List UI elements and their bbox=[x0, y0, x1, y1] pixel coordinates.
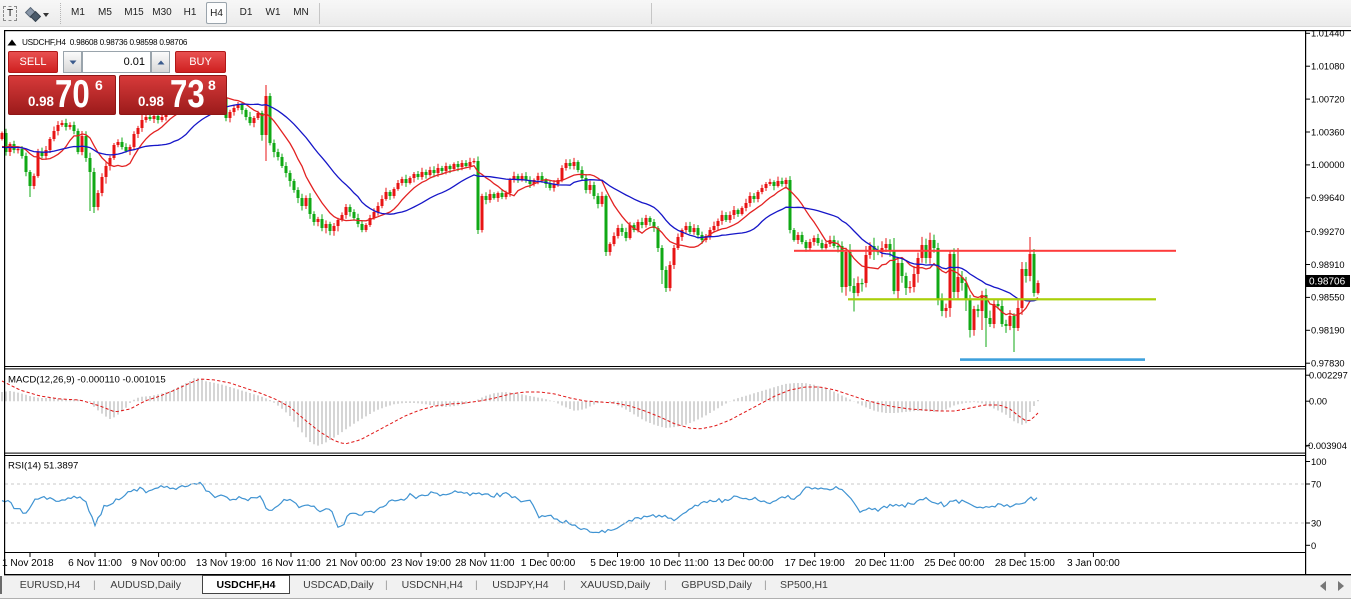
svg-text:0.98190: 0.98190 bbox=[1311, 326, 1345, 336]
svg-text:0: 0 bbox=[1311, 541, 1316, 551]
svg-text:0.98550: 0.98550 bbox=[1311, 293, 1345, 303]
svg-text:25 Dec 00:00: 25 Dec 00:00 bbox=[924, 558, 984, 569]
svg-text:-0.003904: -0.003904 bbox=[1305, 441, 1347, 451]
svg-text:0.002297: 0.002297 bbox=[1309, 371, 1348, 381]
svg-text:0.98706: 0.98706 bbox=[1309, 277, 1346, 288]
svg-text:20 Dec 11:00: 20 Dec 11:00 bbox=[855, 558, 915, 569]
svg-text:RSI(14) 51.3897: RSI(14) 51.3897 bbox=[8, 461, 78, 472]
svg-text:21 Nov 00:00: 21 Nov 00:00 bbox=[326, 558, 386, 569]
svg-text:0.99270: 0.99270 bbox=[1311, 227, 1345, 237]
svg-text:30: 30 bbox=[1311, 519, 1321, 529]
svg-text:16 Nov 11:00: 16 Nov 11:00 bbox=[261, 558, 321, 569]
svg-text:1.00360: 1.00360 bbox=[1311, 127, 1345, 137]
svg-text:1.01440: 1.01440 bbox=[1311, 29, 1345, 39]
svg-text:13 Dec 00:00: 13 Dec 00:00 bbox=[714, 558, 774, 569]
svg-text:17 Dec 19:00: 17 Dec 19:00 bbox=[785, 558, 845, 569]
svg-text:6 Nov 11:00: 6 Nov 11:00 bbox=[68, 558, 122, 569]
svg-text:3 Jan 00:00: 3 Jan 00:00 bbox=[1067, 558, 1120, 569]
svg-text:MACD(12,26,9) -0.000110 -0.001: MACD(12,26,9) -0.000110 -0.001015 bbox=[8, 375, 166, 386]
svg-text:USDCHF,H4 0.98608 0.98736 0.9: USDCHF,H4 0.98608 0.98736 0.98598 0.9870… bbox=[22, 38, 188, 47]
svg-text:0.98910: 0.98910 bbox=[1311, 260, 1345, 270]
svg-text:5 Dec 19:00: 5 Dec 19:00 bbox=[590, 558, 645, 569]
svg-text:10 Dec 11:00: 10 Dec 11:00 bbox=[649, 558, 709, 569]
svg-text:100: 100 bbox=[1311, 457, 1327, 467]
svg-text:13 Nov 19:00: 13 Nov 19:00 bbox=[196, 558, 256, 569]
svg-text:1 Dec 00:00: 1 Dec 00:00 bbox=[521, 558, 576, 569]
svg-text:28 Dec 15:00: 28 Dec 15:00 bbox=[995, 558, 1055, 569]
svg-text:1 Nov 2018: 1 Nov 2018 bbox=[2, 558, 54, 569]
svg-text:28 Nov 11:00: 28 Nov 11:00 bbox=[455, 558, 515, 569]
svg-text:1.01080: 1.01080 bbox=[1311, 62, 1345, 72]
svg-text:0.97830: 0.97830 bbox=[1311, 359, 1345, 369]
svg-text:9 Nov 00:00: 9 Nov 00:00 bbox=[131, 558, 186, 569]
svg-text:0.00: 0.00 bbox=[1309, 397, 1327, 407]
svg-text:70: 70 bbox=[1311, 480, 1321, 490]
svg-text:0.99640: 0.99640 bbox=[1311, 193, 1345, 203]
svg-text:23 Nov 19:00: 23 Nov 19:00 bbox=[391, 558, 451, 569]
svg-text:1.00000: 1.00000 bbox=[1311, 160, 1345, 170]
svg-text:1.00720: 1.00720 bbox=[1311, 94, 1345, 104]
